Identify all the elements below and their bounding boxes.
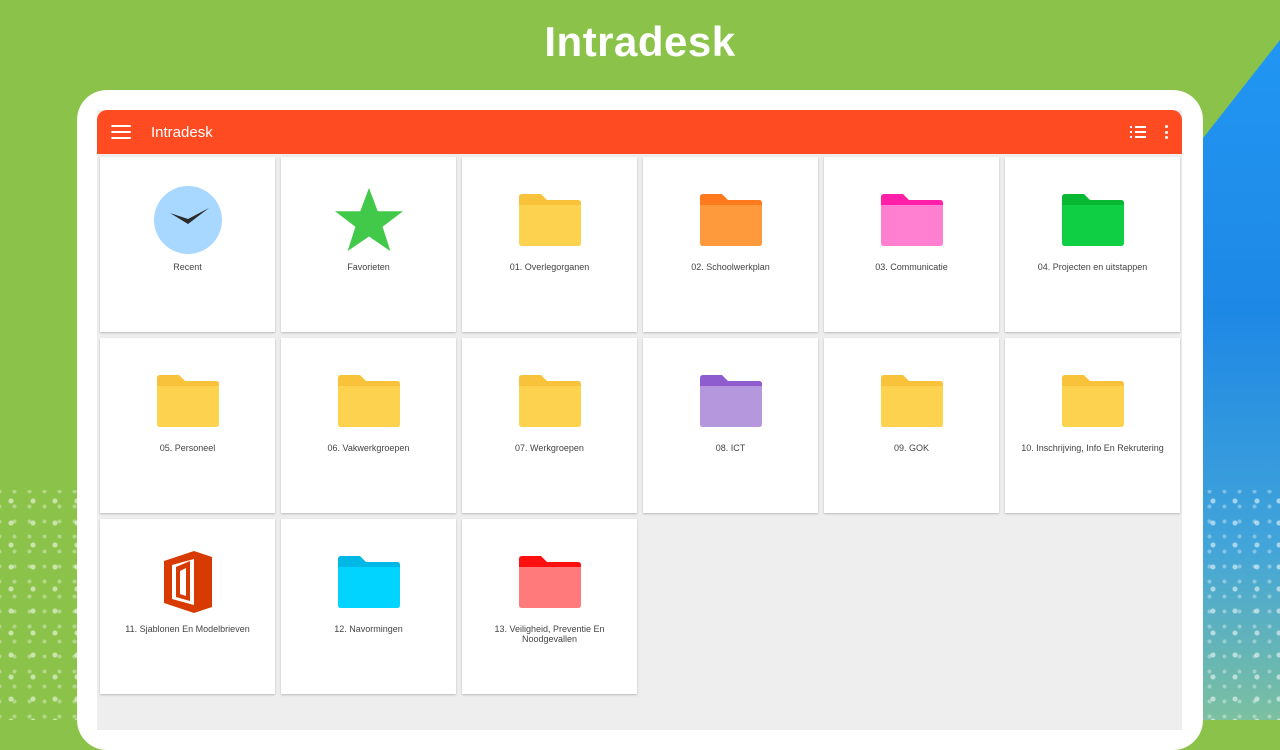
star-icon (334, 185, 404, 255)
tile-label: 10. Inschrijving, Info En Rekrutering (1021, 443, 1164, 453)
folder-grid: Recent Favorieten 01. Overlegorganen 02. Sc… (100, 157, 1180, 694)
folder-icon (1058, 185, 1128, 255)
folder-tile[interactable]: 07. Werkgroepen (462, 338, 637, 513)
folder-tile[interactable]: 01. Overlegorganen (462, 157, 637, 332)
folder-icon (877, 366, 947, 436)
folder-tile[interactable]: Favorieten (281, 157, 456, 332)
folder-icon (515, 366, 585, 436)
folder-tile[interactable]: 11. Sjablonen En Modelbrieven (100, 519, 275, 694)
app-bar-actions (1130, 110, 1168, 154)
folder-icon (877, 185, 947, 255)
folder-tile[interactable]: 03. Communicatie (824, 157, 999, 332)
folder-tile[interactable]: 13. Veiligheid, Preventie En Noodgevalle… (462, 519, 637, 694)
more-vertical-icon[interactable] (1164, 125, 1168, 139)
tile-label: 08. ICT (715, 443, 746, 453)
clock-icon (153, 185, 223, 255)
folder-tile[interactable]: 02. Schoolwerkplan (643, 157, 818, 332)
folder-tile[interactable]: 04. Projecten en uitstappen (1005, 157, 1180, 332)
folder-icon (1058, 366, 1128, 436)
tile-label: 04. Projecten en uitstappen (1037, 262, 1148, 272)
tablet-frame: Intradesk Recent Favorieten 01. Overlegorg… (77, 90, 1203, 750)
app-title: Intradesk (151, 123, 213, 141)
folder-icon (153, 366, 223, 436)
hero-title: Intradesk (544, 18, 736, 65)
tile-label: 11. Sjablonen En Modelbrieven (125, 624, 250, 634)
tile-label: 09. GOK (893, 443, 929, 453)
folder-icon (696, 185, 766, 255)
tile-label: Recent (173, 262, 202, 272)
app-bar: Intradesk (97, 110, 1182, 154)
tile-label: 07. Werkgroepen (515, 443, 584, 453)
tile-label: 01. Overlegorganen (509, 262, 590, 272)
tile-label: 06. Vakwerkgroepen (327, 443, 410, 453)
office-icon (153, 547, 223, 617)
folder-icon (515, 547, 585, 617)
folder-tile[interactable]: 08. ICT (643, 338, 818, 513)
folder-tile[interactable]: 09. GOK (824, 338, 999, 513)
folder-tile[interactable]: 12. Navormingen (281, 519, 456, 694)
hamburger-menu-icon[interactable] (111, 125, 131, 139)
folder-tile[interactable]: 10. Inschrijving, Info En Rekrutering (1005, 338, 1180, 513)
folder-icon (334, 547, 404, 617)
tile-label: 05. Personeel (159, 443, 216, 453)
tile-label: 03. Communicatie (875, 262, 948, 272)
folder-tile[interactable]: 06. Vakwerkgroepen (281, 338, 456, 513)
tile-label: 12. Navormingen (334, 624, 403, 634)
tile-label: Favorieten (347, 262, 390, 272)
folder-icon (696, 366, 766, 436)
list-view-icon[interactable] (1130, 126, 1146, 138)
tile-label: 13. Veiligheid, Preventie En Noodgevalle… (494, 624, 605, 644)
folder-icon (334, 366, 404, 436)
folder-tile[interactable]: Recent (100, 157, 275, 332)
folder-icon (515, 185, 585, 255)
tile-label: 02. Schoolwerkplan (691, 262, 770, 272)
app-screen: Intradesk Recent Favorieten 01. Overlegorg… (97, 110, 1182, 730)
folder-tile[interactable]: 05. Personeel (100, 338, 275, 513)
